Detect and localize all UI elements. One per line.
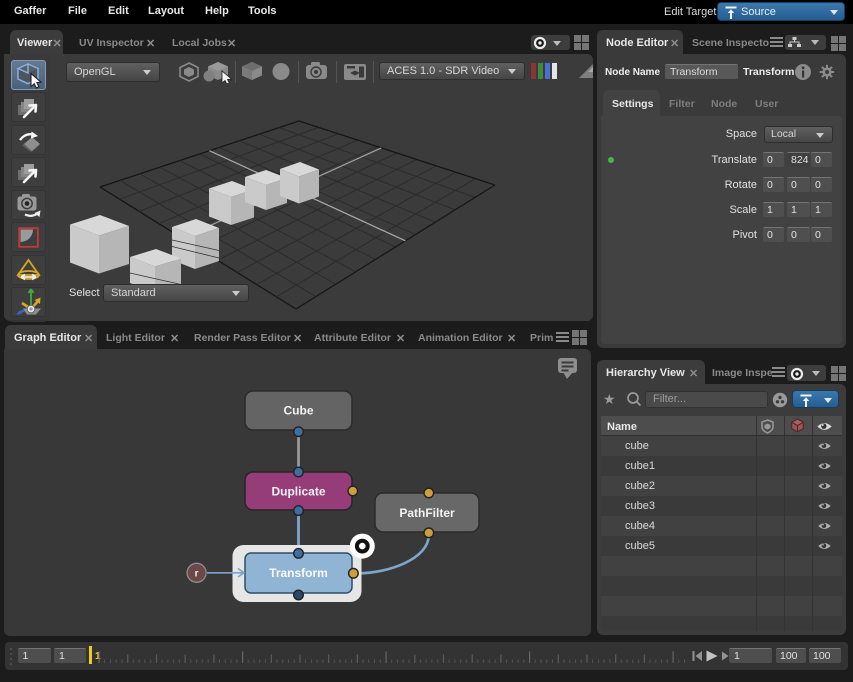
svg-text:Transform: Transform [269, 566, 328, 580]
svg-text:Duplicate: Duplicate [271, 485, 325, 499]
svg-text:Cube: Cube [284, 404, 314, 418]
svg-text:PathFilter: PathFilter [399, 506, 455, 520]
svg-text:r: r [195, 569, 199, 580]
